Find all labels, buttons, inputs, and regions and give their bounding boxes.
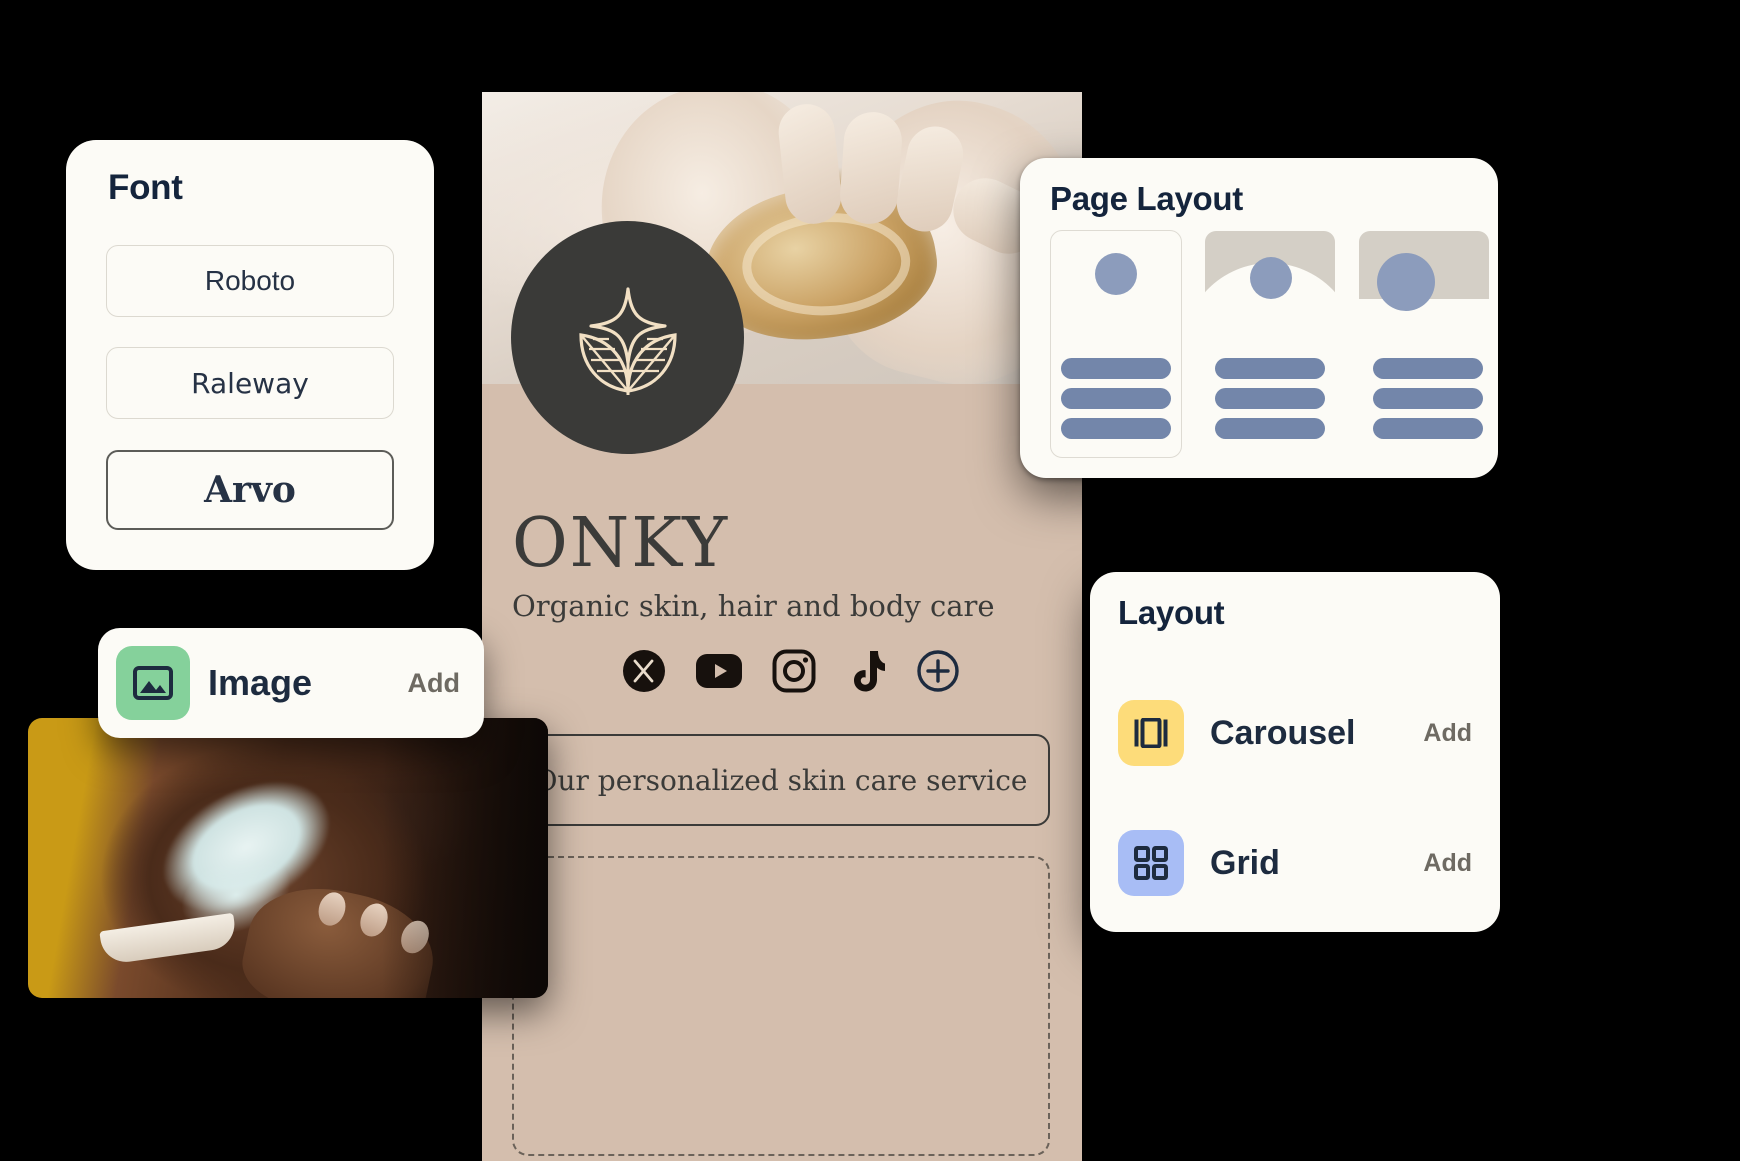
empty-section-placeholder[interactable] xyxy=(512,856,1050,1156)
page-layout-thumbs xyxy=(1050,230,1490,458)
content-line xyxy=(1061,418,1171,439)
content-line xyxy=(1061,388,1171,409)
content-lines xyxy=(1215,358,1325,439)
content-line xyxy=(1215,418,1325,439)
grid-add-button[interactable]: Add xyxy=(1423,849,1472,878)
carousel-label: Carousel xyxy=(1210,713,1356,752)
photo-shadow xyxy=(381,718,548,998)
add-social-icon[interactable] xyxy=(916,649,960,693)
layout-card-title: Layout xyxy=(1118,594,1225,631)
font-option-raleway[interactable]: Raleway xyxy=(106,347,394,419)
font-card: Font Roboto Raleway Arvo xyxy=(66,140,434,570)
brand-logo xyxy=(511,221,744,454)
content-line xyxy=(1061,358,1171,379)
cta-button[interactable]: Our personalized skin care service xyxy=(512,734,1050,826)
x-icon[interactable] xyxy=(622,649,666,693)
content-lines xyxy=(1061,358,1171,439)
sparkle-leaves-logo-icon xyxy=(578,286,677,395)
avatar-dot xyxy=(1095,253,1137,295)
layout-thumb-band[interactable] xyxy=(1358,230,1490,458)
brand-tagline: Organic skin, hair and body care xyxy=(512,589,995,623)
finger-2 xyxy=(838,110,904,226)
font-option-arvo[interactable]: Arvo xyxy=(106,450,394,530)
canvas: ONKY Organic skin, hair and body care Ou… xyxy=(0,0,1740,1161)
image-add-button[interactable]: Add xyxy=(408,628,460,738)
photo-background xyxy=(28,718,548,998)
brand-name: ONKY xyxy=(512,504,730,583)
social-links xyxy=(622,649,960,693)
layout-row-grid[interactable]: Grid Add xyxy=(1118,830,1472,896)
image-thumbnail-woman[interactable] xyxy=(28,718,548,998)
grid-label: Grid xyxy=(1210,843,1280,882)
avatar-dot xyxy=(1250,257,1292,299)
carousel-add-button[interactable]: Add xyxy=(1423,719,1472,748)
layout-thumb-plain[interactable] xyxy=(1050,230,1182,458)
content-line xyxy=(1373,358,1483,379)
image-block-card[interactable]: Image Add xyxy=(98,628,484,738)
content-line xyxy=(1373,418,1483,439)
carousel-icon xyxy=(1118,700,1184,766)
tiktok-icon[interactable] xyxy=(846,649,886,693)
soap-swirl xyxy=(739,208,913,320)
image-icon xyxy=(116,646,190,720)
content-lines xyxy=(1373,358,1483,439)
font-option-roboto[interactable]: Roboto xyxy=(106,245,394,317)
font-card-title: Font xyxy=(108,168,183,207)
layout-thumb-arc[interactable] xyxy=(1204,230,1336,458)
youtube-icon[interactable] xyxy=(696,654,742,688)
content-line xyxy=(1373,388,1483,409)
site-preview-phone[interactable]: ONKY Organic skin, hair and body care Ou… xyxy=(482,92,1082,1161)
page-layout-card: Page Layout xyxy=(1020,158,1498,478)
preview-body: ONKY Organic skin, hair and body care Ou… xyxy=(482,384,1082,1161)
image-block-label: Image xyxy=(208,662,313,703)
grid-icon xyxy=(1118,830,1184,896)
content-line xyxy=(1215,388,1325,409)
instagram-icon[interactable] xyxy=(772,649,816,693)
layout-row-carousel[interactable]: Carousel Add xyxy=(1118,700,1472,766)
page-layout-title: Page Layout xyxy=(1050,180,1243,217)
layout-card: Layout Carousel Add Grid Add xyxy=(1090,572,1500,932)
content-line xyxy=(1215,358,1325,379)
avatar-dot xyxy=(1377,253,1435,311)
